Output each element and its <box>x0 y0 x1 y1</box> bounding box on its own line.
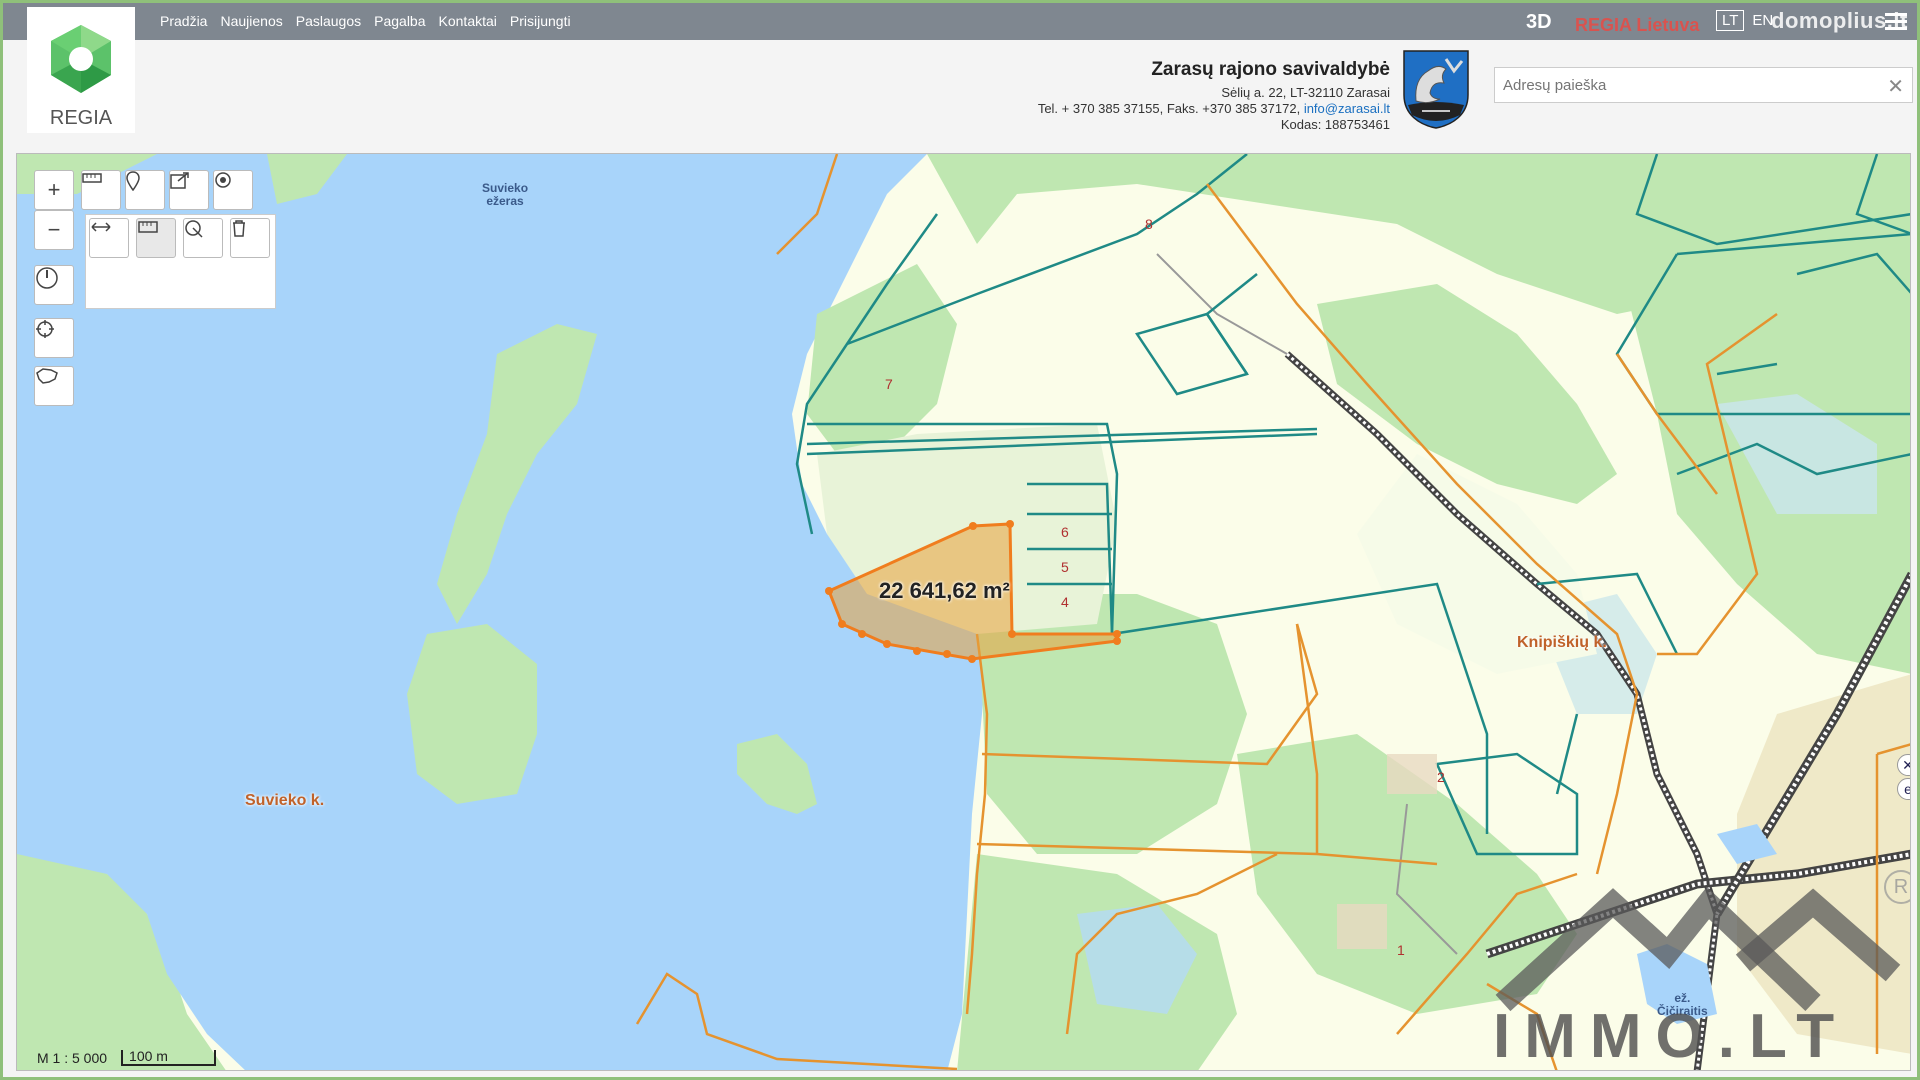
measure-distance-icon[interactable] <box>89 218 129 258</box>
nav-paslaugos[interactable]: Paslaugos <box>296 13 361 29</box>
info-e-icon[interactable]: e <box>1897 778 1910 800</box>
parcel-number: 8 <box>1145 216 1153 232</box>
area-measurement-label: 22 641,62 m² <box>879 578 1010 603</box>
immo-house-icon <box>1495 886 1901 1012</box>
parcel-number: 7 <box>885 376 893 392</box>
municipality-code: Kodas: 188753461 <box>1280 117 1390 132</box>
parcel-number: 1 <box>1397 942 1405 958</box>
main-nav: Pradžia Naujienos Paslaugos Pagalba Kont… <box>160 13 571 29</box>
address-search-input[interactable] <box>1495 68 1875 102</box>
municipality-address: Sėlių a. 22, LT-32110 Zarasai <box>1221 85 1390 100</box>
scale-ratio: M 1 : 5 000 <box>37 1050 108 1066</box>
immo-watermark: IMMO.LT <box>1493 883 1903 1073</box>
village-label-suvieko: Suvieko k. <box>245 792 325 809</box>
nav-prisijungti[interactable]: Prisijungti <box>510 13 571 29</box>
locate-crosshair-icon[interactable] <box>34 318 74 358</box>
nav-kontaktai[interactable]: Kontaktai <box>439 13 497 29</box>
municipality-phone: Tel. + 370 385 37155, Faks. +370 385 371… <box>1037 101 1301 116</box>
parcel-number: 6 <box>1061 524 1069 540</box>
zoom-out-button[interactable]: − <box>34 210 74 250</box>
trash-icon[interactable] <box>230 218 270 258</box>
map-pin-icon[interactable] <box>125 170 165 210</box>
regia-logo-text: REGIA <box>49 107 113 129</box>
hamburger-menu-icon[interactable] <box>1885 13 1907 30</box>
nav-pagalba[interactable]: Pagalba <box>374 13 425 29</box>
search-clear-icon[interactable]: ✕ <box>1887 74 1904 99</box>
municipality-email-link[interactable]: info@zarasai.lt <box>1304 101 1390 116</box>
target-icon[interactable] <box>213 170 253 210</box>
close-overlay-icon[interactable]: ✕ <box>1897 754 1910 776</box>
lang-lt[interactable]: LT <box>1716 10 1745 31</box>
address-search-box: ✕ <box>1494 67 1913 103</box>
nav-naujienos[interactable]: Naujienos <box>220 13 282 29</box>
municipality-info: Zarasų rajono savivaldybė Sėlių a. 22, L… <box>1038 59 1390 133</box>
scale-bar: 100 m <box>121 1049 217 1066</box>
nav-pradzia[interactable]: Pradžia <box>160 13 207 29</box>
parcel-number: 5 <box>1061 559 1069 575</box>
municipality-contacts: Tel. + 370 385 37155, Faks. +370 385 371… <box>1038 101 1390 117</box>
language-switcher: LT EN <box>1716 10 1773 31</box>
lake-label: Suvieko ežeras <box>482 182 528 208</box>
municipality-title: Zarasų rajono savivaldybė <box>1151 59 1390 80</box>
parcel-number: 2 <box>1437 769 1445 785</box>
measure-area-icon[interactable] <box>136 218 176 258</box>
browser-frame: Pradžia Naujienos Paslaugos Pagalba Kont… <box>0 0 1920 1080</box>
regia-logo[interactable]: REGIA <box>27 7 135 133</box>
immo-watermark-text: IMMO.LT <box>1493 1002 1849 1071</box>
compass-icon[interactable] <box>34 265 74 305</box>
coat-of-arms-icon <box>1403 50 1469 129</box>
measure-radius-icon[interactable] <box>183 218 223 258</box>
parcel-number: 4 <box>1061 594 1069 610</box>
share-icon[interactable] <box>169 170 209 210</box>
3d-button[interactable]: 3D <box>1526 11 1552 34</box>
village-label-knipiskiu: Knipiškių k. <box>1517 634 1607 651</box>
top-nav-bar: Pradžia Naujienos Paslaugos Pagalba Kont… <box>3 3 1917 40</box>
zoom-in-button[interactable]: + <box>34 170 74 210</box>
regia-logo-icon <box>51 25 111 93</box>
lake-label-line2: ežeras <box>486 194 524 208</box>
lithuania-extent-icon[interactable] <box>34 366 74 406</box>
regia-lietuva-link[interactable]: REGIA Lietuva <box>1575 15 1699 36</box>
side-controls: ✕ e <box>1897 754 1910 802</box>
map-scale: M 1 : 5 000 100 m <box>37 1049 217 1066</box>
measure-ruler-icon[interactable] <box>81 170 121 210</box>
